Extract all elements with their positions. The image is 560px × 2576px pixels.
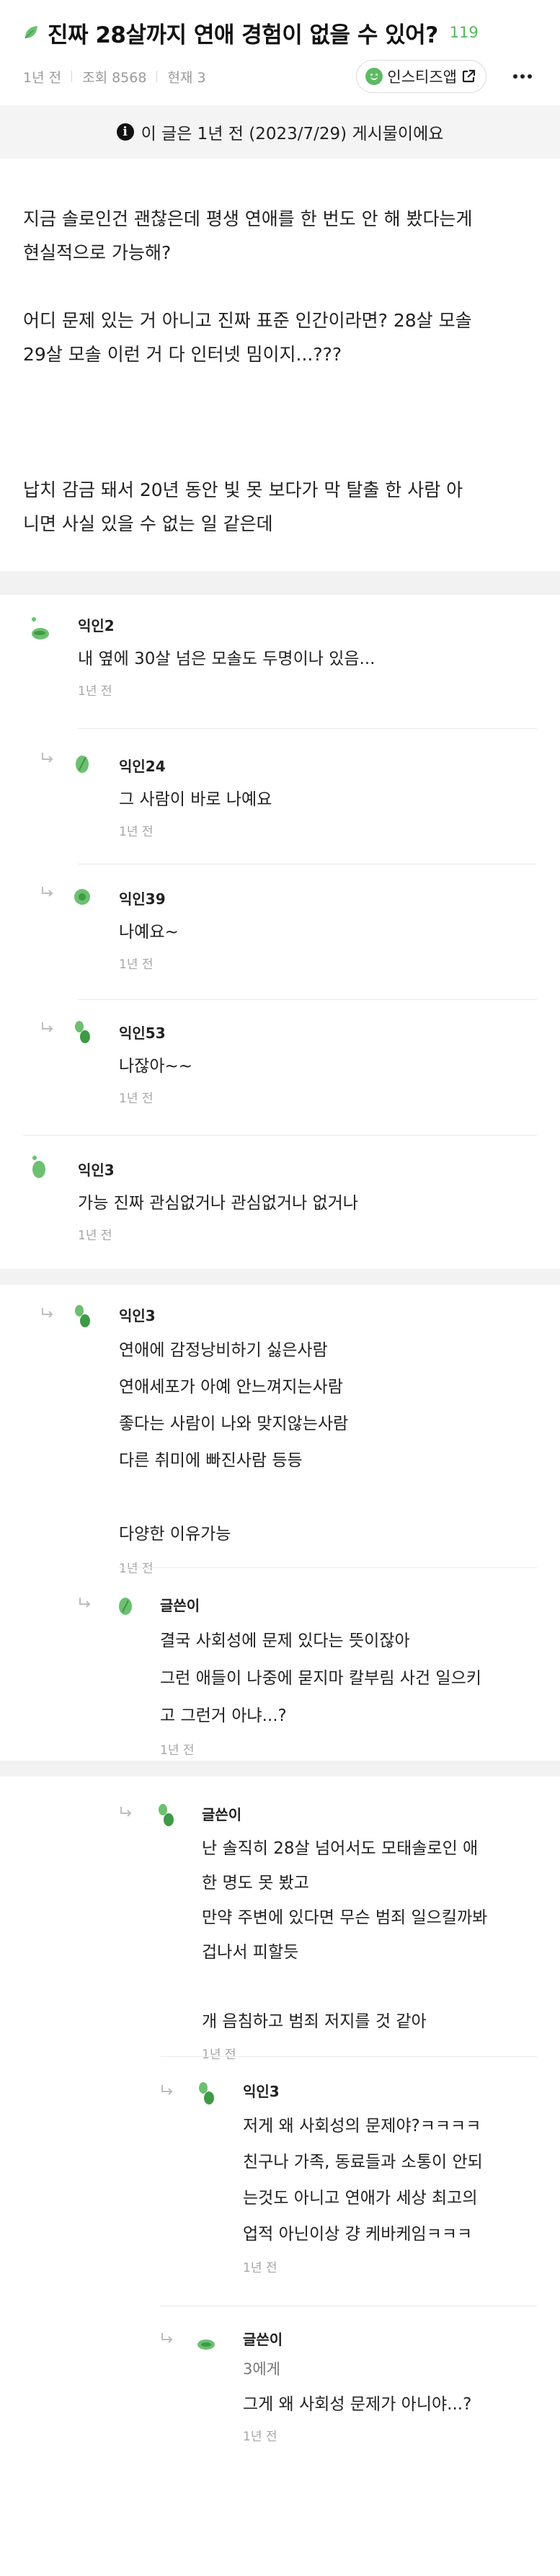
smile-icon	[365, 68, 383, 85]
body-paragraph: 납치 감금 돼서 20년 동안 빛 못 보다가 막 탈출 한 사람 아 니면 사…	[23, 479, 463, 534]
leaf-avatar-icon	[32, 1156, 45, 1178]
post-body: 지금 솔로인건 괜찮은데 평생 연애를 한 번도 안 해 봤다는게 현실적으로 …	[0, 159, 560, 571]
comment-author[interactable]: 익인3	[119, 1306, 348, 1325]
comment-time: 1년 전	[243, 2430, 277, 2444]
comment-text: 나예요~	[119, 923, 179, 942]
comment-reply: 익인53 나잖아~~ 1년 전	[0, 999, 560, 1135]
reply-arrow-icon	[42, 1308, 53, 1318]
current-viewers: 현재 3	[167, 69, 206, 86]
reply-arrow-icon	[42, 1022, 53, 1032]
comment-author[interactable]: 익인2	[78, 616, 375, 635]
leaf-icon	[25, 26, 37, 39]
comment-reply: 글쓴이 결국 사회성에 문제 있다는 뜻이잖아 그런 애들이 나중에 묻지마 칼…	[0, 1567, 560, 1761]
comment-text: 내 옆에 30살 넘은 모솔도 두명이나 있음...	[78, 650, 375, 668]
comment-text: 나잖아~~	[119, 1057, 193, 1076]
post-title: 진짜 28살까지 연애 경험이 없을 수 있어?	[48, 22, 438, 48]
more-dots-icon[interactable]	[508, 62, 537, 91]
comment-text: 난 솔직히 28살 넘어서도 모태솔로인 애 한 명도 못 봤고 만약 주변에 …	[202, 1839, 488, 2031]
comment-time: 1년 전	[119, 957, 154, 972]
archive-notice-text: 이 글은 1년 전 (2023/7/29) 게시물이에요	[141, 125, 444, 143]
reply-arrow-icon	[161, 2333, 173, 2343]
body-paragraph: 지금 솔로인건 괜찮은데 평생 연애를 한 번도 안 해 봤다는게 현실적으로 …	[23, 208, 473, 263]
view-count: 조회 8568	[82, 69, 147, 86]
comment-thread: 글쓴이 난 솔직히 28살 넘어서도 모태솔로인 애 한 명도 못 봤고 만약 …	[0, 1776, 560, 2487]
leaf-avatar-icon	[32, 617, 49, 639]
meta-divider	[71, 71, 73, 82]
comment-author[interactable]: 글쓴이	[202, 1805, 487, 1824]
info-icon: i	[116, 123, 134, 141]
comment-author[interactable]: 글쓴이	[160, 1596, 481, 1615]
leaf-avatar-icon	[159, 1804, 174, 1826]
comment-thread: 익인2 내 옆에 30살 넘은 모솔도 두명이나 있음... 1년 전 익인24…	[0, 595, 560, 1269]
comment-time: 1년 전	[243, 2261, 277, 2275]
post-meta: 1년 전 조회 8568 현재 3 인스티즈앱	[23, 53, 537, 99]
leaf-avatar-icon	[76, 756, 89, 773]
leaf-avatar-icon	[119, 1598, 132, 1615]
section-gap	[0, 571, 560, 595]
comment-author[interactable]: 익인53	[119, 1024, 192, 1043]
post-header: 진짜 28살까지 연애 경험이 없을 수 있어? 119 1년 전 조회 856…	[0, 0, 560, 99]
comment-time: 1년 전	[78, 684, 112, 699]
leaf-avatar-icon	[199, 2082, 214, 2104]
mention-tag[interactable]: 3에게	[243, 2355, 471, 2384]
post-page: 진짜 28살까지 연애 경험이 없을 수 있어? 119 1년 전 조회 856…	[0, 0, 560, 2487]
comment-reply: 익인3 연애에 감정낭비하기 싫은사람 연애세포가 아예 안느껴지는사람 좋다는…	[0, 1285, 560, 1576]
comment-text: 그 사람이 바로 나예요	[119, 790, 272, 809]
comment-text: 연애에 감정낭비하기 싫은사람 연애세포가 아예 안느껴지는사람 좋다는 사람이…	[119, 1341, 349, 1544]
meta-divider	[156, 71, 158, 82]
comment-reply: 익인24 그 사람이 바로 나예요 1년 전	[0, 728, 560, 864]
reply-arrow-icon	[42, 753, 53, 763]
comment-author[interactable]: 익인3	[243, 2082, 483, 2101]
leaf-avatar-icon	[75, 1021, 90, 1043]
archive-notice: i 이 글은 1년 전 (2023/7/29) 게시물이에요	[0, 105, 560, 159]
comment: 익인3 가능 진짜 관심없거나 관심없거나 없거나 1년 전	[0, 1135, 560, 1269]
comment-reply: 글쓴이 난 솔직히 28살 넘어서도 모태솔로인 애 한 명도 못 봤고 만약 …	[0, 1776, 560, 2062]
comment-time: 1년 전	[160, 1743, 195, 1758]
leaf-avatar-icon	[74, 889, 90, 905]
comment-time: 1년 전	[78, 1229, 112, 1243]
comment-text: 저게 왜 사회성의 문제야?ㅋㅋㅋㅋ 친구나 가족, 동료들과 소통이 안되 는…	[243, 2117, 483, 2244]
comment: 익인2 내 옆에 30살 넘은 모솔도 두명이나 있음... 1년 전	[0, 595, 560, 728]
comment-author[interactable]: 익인24	[119, 757, 272, 776]
comment-reply: 익인3 저게 왜 사회성의 문제야?ㅋㅋㅋㅋ 친구나 가족, 동료들과 소통이 …	[0, 2056, 560, 2306]
comment-reply: 글쓴이 3에게 그게 왜 사회성 문제가 아니야...? 1년 전	[0, 2306, 560, 2487]
title-row: 진짜 28살까지 연애 경험이 없을 수 있어? 119	[23, 16, 537, 49]
body-paragraph: 어디 문제 있는 거 아니고 진짜 표준 인간이라면? 28살 모솔 29살 모…	[23, 310, 472, 365]
external-link-icon	[462, 69, 476, 83]
comment-author[interactable]: 익인3	[78, 1161, 358, 1179]
comment-text: 가능 진짜 관심없거나 관심없거나 없거나	[78, 1194, 358, 1213]
leaf-avatar-icon	[197, 2340, 215, 2350]
reply-arrow-icon	[120, 1807, 132, 1817]
comment-thread: 익인3 연애에 감정낭비하기 싫은사람 연애세포가 아예 안느껴지는사람 좋다는…	[0, 1285, 560, 1761]
comment-author[interactable]: 익인39	[119, 890, 179, 908]
reply-arrow-icon	[79, 1598, 91, 1608]
comment-list: 익인2 내 옆에 30살 넘은 모솔도 두명이나 있음... 1년 전 익인24…	[0, 595, 560, 2487]
comment-reply: 익인39 나예요~ 1년 전	[0, 864, 560, 999]
comment-time: 1년 전	[119, 825, 154, 839]
comment-text: 결국 사회성에 문제 있다는 뜻이잖아 그런 애들이 나중에 묻지마 칼부림 사…	[160, 1632, 481, 1725]
reply-arrow-icon	[161, 2085, 173, 2095]
leaf-avatar-icon	[75, 1305, 90, 1327]
comment-author[interactable]: 글쓴이	[243, 2330, 471, 2349]
open-app-label: 인스티즈앱	[387, 68, 457, 86]
reply-arrow-icon	[42, 887, 53, 897]
post-time: 1년 전	[23, 69, 62, 86]
comment-count[interactable]: 119	[450, 24, 479, 41]
open-app-button[interactable]: 인스티즈앱	[356, 60, 486, 93]
comment-text: 그게 왜 사회성 문제가 아니야...?	[243, 2395, 472, 2414]
comment-time: 1년 전	[119, 1092, 154, 1106]
